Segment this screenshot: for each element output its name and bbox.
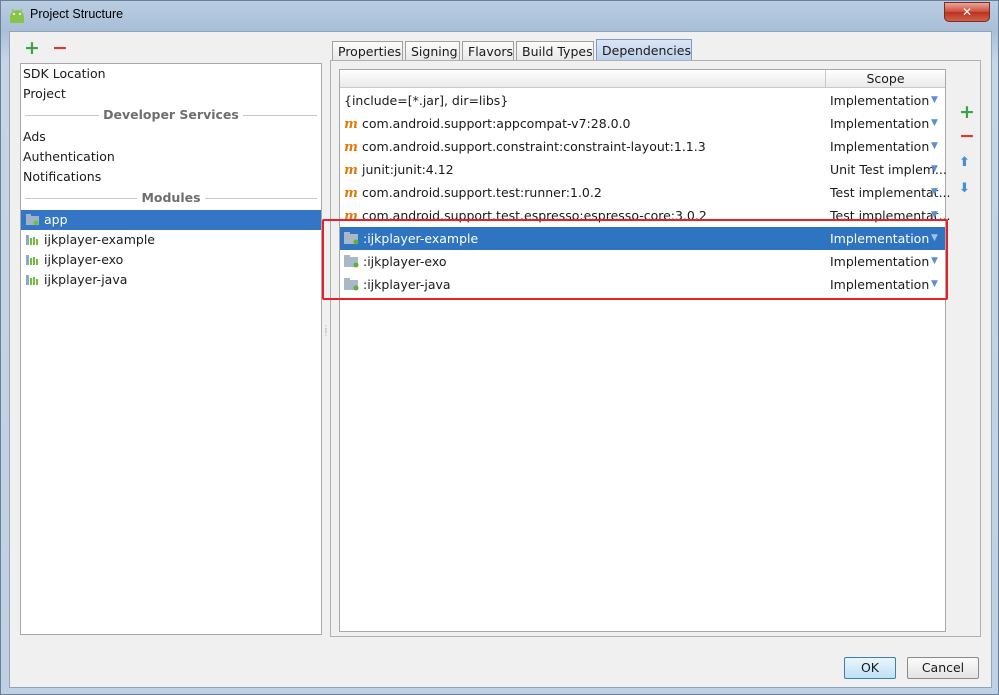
module-folder-icon: [344, 254, 359, 267]
dependency-scope: Implementation: [830, 254, 930, 269]
scope-dropdown-arrow-icon[interactable]: ▼: [931, 112, 938, 135]
dependency-scope: Unit Test implem...: [830, 162, 947, 177]
scope-dropdown-arrow-icon[interactable]: ▼: [931, 250, 938, 273]
close-button[interactable]: ✕: [944, 2, 990, 22]
tab-signing[interactable]: Signing: [405, 41, 460, 62]
sidebar-item-project[interactable]: Project: [21, 84, 321, 104]
dependency-name: com.android.support.constraint:constrain…: [362, 139, 706, 154]
library-module-icon: [26, 274, 38, 285]
scope-dropdown-arrow-icon[interactable]: ▼: [931, 273, 938, 296]
dependency-scope: Implementation: [830, 139, 930, 154]
maven-icon: m: [344, 117, 358, 132]
scope-dropdown-arrow-icon[interactable]: ▼: [931, 135, 938, 158]
dependency-row[interactable]: m com.android.support.constraint:constrai…: [340, 135, 945, 158]
dependency-name: :ijkplayer-example: [363, 231, 479, 246]
scope-dropdown-arrow-icon[interactable]: ▼: [931, 89, 938, 112]
module-label: app: [44, 212, 68, 227]
module-folder-icon: [344, 277, 359, 290]
dependency-row[interactable]: m com.android.support.test:runner:1.0.2 T…: [340, 181, 950, 204]
dependency-name: junit:junit:4.12: [362, 162, 454, 177]
move-up-icon[interactable]: ⬆: [959, 155, 970, 170]
title-bar: Project Structure ✕: [1, 1, 998, 31]
dependency-scope: Implementation: [830, 93, 930, 108]
dependency-row[interactable]: m com.android.support.test.espresso:espre…: [340, 204, 950, 227]
add-icon[interactable]: +: [24, 39, 40, 58]
module-item-ijkplayer-example[interactable]: ijkplayer-example: [21, 230, 321, 250]
module-item-app[interactable]: app: [21, 210, 321, 230]
dependency-scope: Implementation: [830, 116, 930, 131]
module-item-ijkplayer-exo[interactable]: ijkplayer-exo: [21, 250, 321, 270]
sidebar-item-authentication[interactable]: Authentication: [21, 147, 321, 167]
scope-dropdown-arrow-icon[interactable]: ▼: [931, 158, 938, 181]
app-module-icon: [26, 213, 39, 225]
dependency-row[interactable]: m com.android.support:appcompat-v7:28.0.0…: [340, 112, 945, 135]
project-structure-window: Project Structure ✕ + − SDK Location Pro…: [0, 0, 999, 695]
splitter-handle[interactable]: ⋮ ⋮: [322, 325, 330, 341]
scope-dropdown-arrow-icon[interactable]: ▼: [931, 204, 938, 227]
dialog-content: + − SDK Location Project Developer Servi…: [9, 31, 992, 688]
tab-properties[interactable]: Properties: [332, 41, 403, 62]
dependency-row[interactable]: :ijkplayer-exo Implementation ▼: [340, 250, 945, 273]
dependencies-table: Scope {include=[*.jar], dir=libs} Implem…: [339, 69, 951, 632]
maven-icon: m: [344, 140, 358, 155]
module-item-ijkplayer-java[interactable]: ijkplayer-java: [21, 270, 321, 290]
ok-button[interactable]: OK: [844, 657, 896, 679]
sidebar-item-sdk-location[interactable]: SDK Location: [21, 64, 321, 84]
settings-sidebar: SDK Location Project Developer Services …: [20, 63, 322, 635]
scope-dropdown-arrow-icon[interactable]: ▼: [931, 181, 938, 204]
android-icon: [10, 8, 24, 23]
module-label: ijkplayer-exo: [44, 252, 124, 267]
dependencies-panel: Scope {include=[*.jar], dir=libs} Implem…: [330, 60, 981, 637]
dependency-name: com.android.support.test.espresso:espres…: [362, 208, 707, 223]
developer-services-header: Developer Services: [21, 107, 321, 123]
maven-icon: m: [344, 209, 358, 224]
sidebar-item-ads[interactable]: Ads: [21, 127, 321, 147]
remove-dependency-icon[interactable]: −: [959, 125, 975, 147]
sidebar-item-notifications[interactable]: Notifications: [21, 167, 321, 187]
module-label: ijkplayer-example: [44, 232, 155, 247]
dependency-scope: Implementation: [830, 231, 930, 246]
tab-dependencies[interactable]: Dependencies: [596, 39, 692, 62]
maven-icon: m: [344, 186, 358, 201]
dependency-row[interactable]: {include=[*.jar], dir=libs} Implementati…: [340, 89, 945, 112]
dependency-name: com.android.support.test:runner:1.0.2: [362, 185, 602, 200]
dependency-row[interactable]: :ijkplayer-example Implementation ▼: [340, 227, 945, 250]
dependency-name: com.android.support:appcompat-v7:28.0.0: [362, 116, 631, 131]
library-module-icon: [26, 234, 38, 245]
tab-flavors[interactable]: Flavors: [462, 41, 514, 62]
move-down-icon[interactable]: ⬇: [959, 181, 970, 196]
dependency-name: :ijkplayer-exo: [363, 254, 447, 269]
maven-icon: m: [344, 163, 358, 178]
dependency-row[interactable]: m junit:junit:4.12 Unit Test implem... ▼: [340, 158, 947, 181]
dependency-scope: Implementation: [830, 277, 930, 292]
table-header: Scope: [340, 70, 945, 88]
module-folder-icon: [344, 231, 359, 244]
module-label: ijkplayer-java: [44, 272, 128, 287]
dependency-name: :ijkplayer-java: [363, 277, 451, 292]
cancel-button[interactable]: Cancel: [907, 657, 979, 679]
dependency-row[interactable]: :ijkplayer-java Implementation ▼: [340, 273, 945, 296]
dependency-name: {include=[*.jar], dir=libs}: [344, 93, 509, 108]
add-dependency-icon[interactable]: +: [959, 101, 975, 123]
modules-header: Modules: [21, 190, 321, 206]
remove-icon[interactable]: −: [52, 39, 68, 58]
scope-column-header[interactable]: Scope: [825, 70, 945, 88]
scope-dropdown-arrow-icon[interactable]: ▼: [931, 227, 938, 250]
library-module-icon: [26, 254, 38, 265]
window-title: Project Structure: [30, 7, 124, 21]
tab-build-types[interactable]: Build Types: [516, 41, 594, 62]
